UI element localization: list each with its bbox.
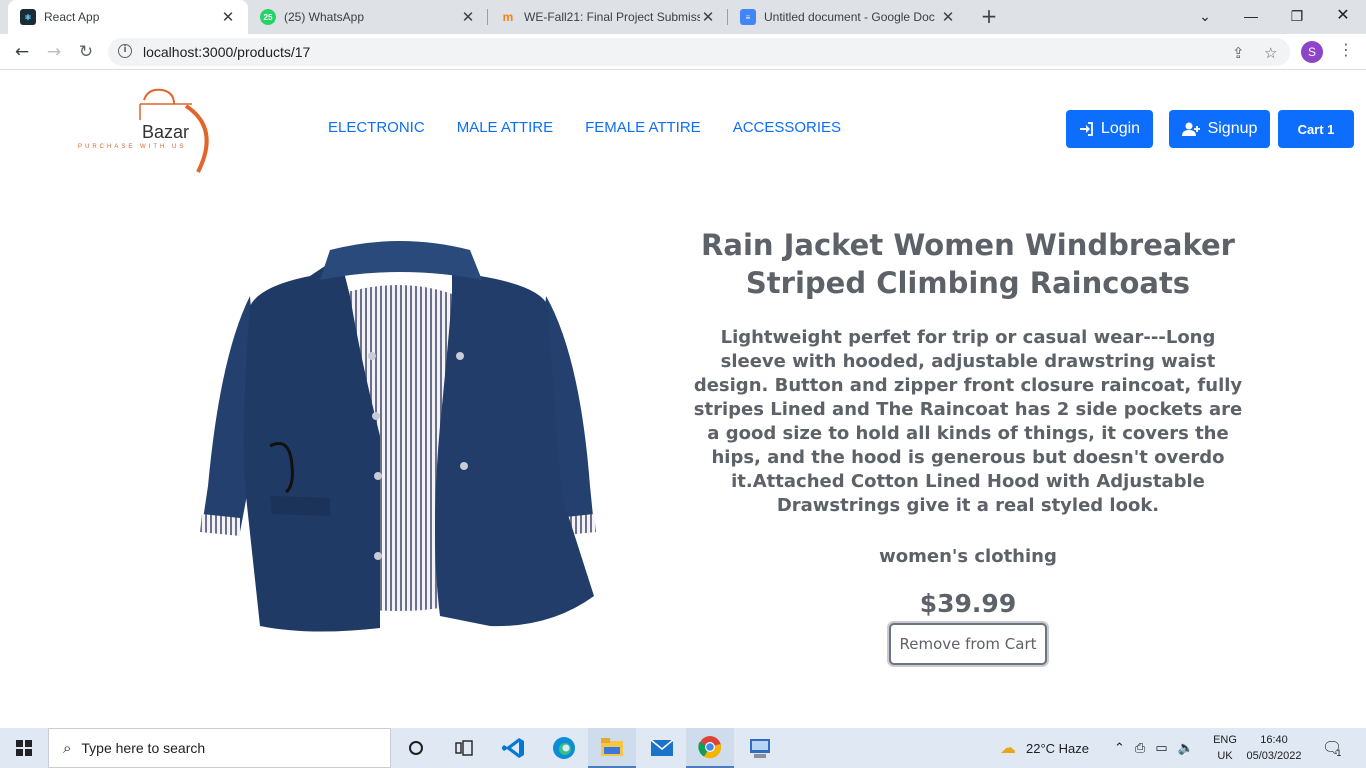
weather-text: 22°C Haze xyxy=(1026,740,1090,756)
clock[interactable]: 16:40 05/03/2022 xyxy=(1244,732,1304,764)
remove-from-cart-button[interactable]: Remove from Cart xyxy=(889,623,1047,665)
windows-taskbar: ⌕ Type here to search ☁ 22°C Haze ⌃ ⎙ ▭ … xyxy=(0,728,1366,768)
close-icon[interactable]: ✕ xyxy=(700,8,716,26)
profile-avatar[interactable]: S xyxy=(1301,41,1323,63)
weather-haze-icon: ☁ xyxy=(1000,740,1016,757)
nav-female-attire[interactable]: FEMALE ATTIRE xyxy=(585,119,701,136)
product-image xyxy=(190,236,610,646)
whatsapp-icon: 25 xyxy=(260,9,276,25)
tab-search-icon[interactable]: ⌄ xyxy=(1182,0,1228,34)
chrome-icon[interactable] xyxy=(686,728,734,768)
task-view-icon[interactable] xyxy=(440,728,488,768)
language-region: UK xyxy=(1217,750,1233,762)
moodle-icon: m xyxy=(502,10,514,24)
windows-start-icon[interactable] xyxy=(0,728,48,768)
tab-title: (25) WhatsApp xyxy=(284,10,365,24)
address-bar[interactable]: i localhost:3000/products/17 ⇪ ☆ xyxy=(108,38,1290,66)
meet-now-icon[interactable]: ⎙ xyxy=(1135,740,1145,756)
login-label: Login xyxy=(1100,120,1141,137)
close-icon[interactable]: ✕ xyxy=(460,8,476,26)
share-icon[interactable]: ⇪ xyxy=(1232,44,1245,62)
tab-react-app[interactable]: ⚛ React App ✕ xyxy=(8,0,248,34)
cart-label: Cart 1 xyxy=(1297,121,1335,137)
product-title: Rain Jacket Women Windbreaker Striped Cl… xyxy=(701,228,1235,300)
tab-title: React App xyxy=(44,10,100,24)
menu-icon[interactable]: ⋮ xyxy=(1338,40,1354,59)
nav-male-attire[interactable]: MALE ATTIRE xyxy=(457,119,553,136)
sign-in-icon xyxy=(1079,122,1093,136)
language-code: ENG xyxy=(1213,734,1237,746)
search-icon: ⌕ xyxy=(63,739,72,757)
signup-button[interactable]: Signup xyxy=(1169,110,1270,148)
language-indicator[interactable]: ENG UK xyxy=(1210,732,1240,764)
clock-time: 16:40 xyxy=(1260,734,1288,746)
tab-moodle[interactable]: m WE-Fall21: Final Project Submissi ✕ xyxy=(488,0,728,34)
mail-icon[interactable] xyxy=(638,728,686,768)
tab-title: Untitled document - Google Doc xyxy=(764,10,935,24)
jacket-illustration xyxy=(200,241,596,632)
forward-icon[interactable]: → xyxy=(42,40,66,64)
taskbar-search-box[interactable]: ⌕ Type here to search xyxy=(48,728,391,768)
product-category: women's clothing xyxy=(879,546,1057,567)
new-tab-button[interactable]: + xyxy=(977,4,1001,28)
close-window-button[interactable]: ✕ xyxy=(1320,0,1366,34)
close-icon[interactable]: ✕ xyxy=(940,8,956,26)
browser-tab-strip: ⚛ React App ✕ 25 (25) WhatsApp ✕ m WE-Fa… xyxy=(0,0,1366,34)
google-docs-icon: ≡ xyxy=(740,9,756,25)
browser-toolbar: ← → ↻ i localhost:3000/products/17 ⇪ ☆ S… xyxy=(0,34,1366,70)
user-plus-icon xyxy=(1181,122,1200,136)
volume-muted-icon[interactable]: 🔈 xyxy=(1178,740,1194,756)
notification-center[interactable]: 🗨 1 xyxy=(1322,728,1342,768)
notification-count: 1 xyxy=(1336,748,1342,758)
bazar-logo[interactable]: Bazar PURCHASE WITH US xyxy=(74,86,224,176)
cart-button[interactable]: Cart 1 xyxy=(1278,110,1354,148)
maximize-button[interactable]: ❐ xyxy=(1274,0,1320,34)
weather-widget[interactable]: ☁ 22°C Haze xyxy=(1000,728,1089,768)
url-text[interactable]: localhost:3000/products/17 xyxy=(143,44,310,60)
product-description: Lightweight perfet for trip or casual we… xyxy=(693,327,1243,516)
vscode-icon[interactable] xyxy=(490,728,538,768)
clock-date: 05/03/2022 xyxy=(1246,750,1302,762)
reload-icon[interactable]: ↻ xyxy=(74,40,98,64)
tab-title: WE-Fall21: Final Project Submissi xyxy=(524,10,700,24)
login-button[interactable]: Login xyxy=(1066,110,1153,148)
tab-whatsapp[interactable]: 25 (25) WhatsApp ✕ xyxy=(248,0,488,34)
close-icon[interactable]: ✕ xyxy=(220,8,236,26)
back-icon[interactable]: ← xyxy=(10,40,34,64)
chevron-up-icon[interactable]: ⌃ xyxy=(1114,740,1125,756)
product-details: Rain Jacket Women Windbreaker Striped Cl… xyxy=(690,226,1246,618)
control-panel-icon[interactable] xyxy=(736,728,784,768)
logo-name: Bazar xyxy=(142,122,190,142)
battery-icon[interactable]: ▭ xyxy=(1155,740,1167,756)
edge-icon[interactable] xyxy=(540,728,588,768)
logo-tagline: PURCHASE WITH US xyxy=(78,144,187,150)
nav-accessories[interactable]: ACCESSORIES xyxy=(733,119,841,136)
tab-google-docs[interactable]: ≡ Untitled document - Google Doc ✕ xyxy=(728,0,968,34)
site-info-icon[interactable]: i xyxy=(118,44,132,58)
system-tray: ⌃ ⎙ ▭ 🔈 xyxy=(1114,728,1194,768)
nav-electronic[interactable]: ELECTRONIC xyxy=(328,119,425,136)
file-explorer-icon[interactable] xyxy=(588,728,636,768)
minimize-button[interactable]: — xyxy=(1228,0,1274,34)
category-nav: ELECTRONIC MALE ATTIRE FEMALE ATTIRE ACC… xyxy=(328,119,841,136)
react-icon: ⚛ xyxy=(20,9,36,25)
bookmark-star-icon[interactable]: ☆ xyxy=(1264,44,1277,62)
signup-label: Signup xyxy=(1207,120,1258,137)
search-placeholder: Type here to search xyxy=(81,740,206,756)
cortana-icon[interactable] xyxy=(392,728,440,768)
product-price: $39.99 xyxy=(919,589,1017,618)
